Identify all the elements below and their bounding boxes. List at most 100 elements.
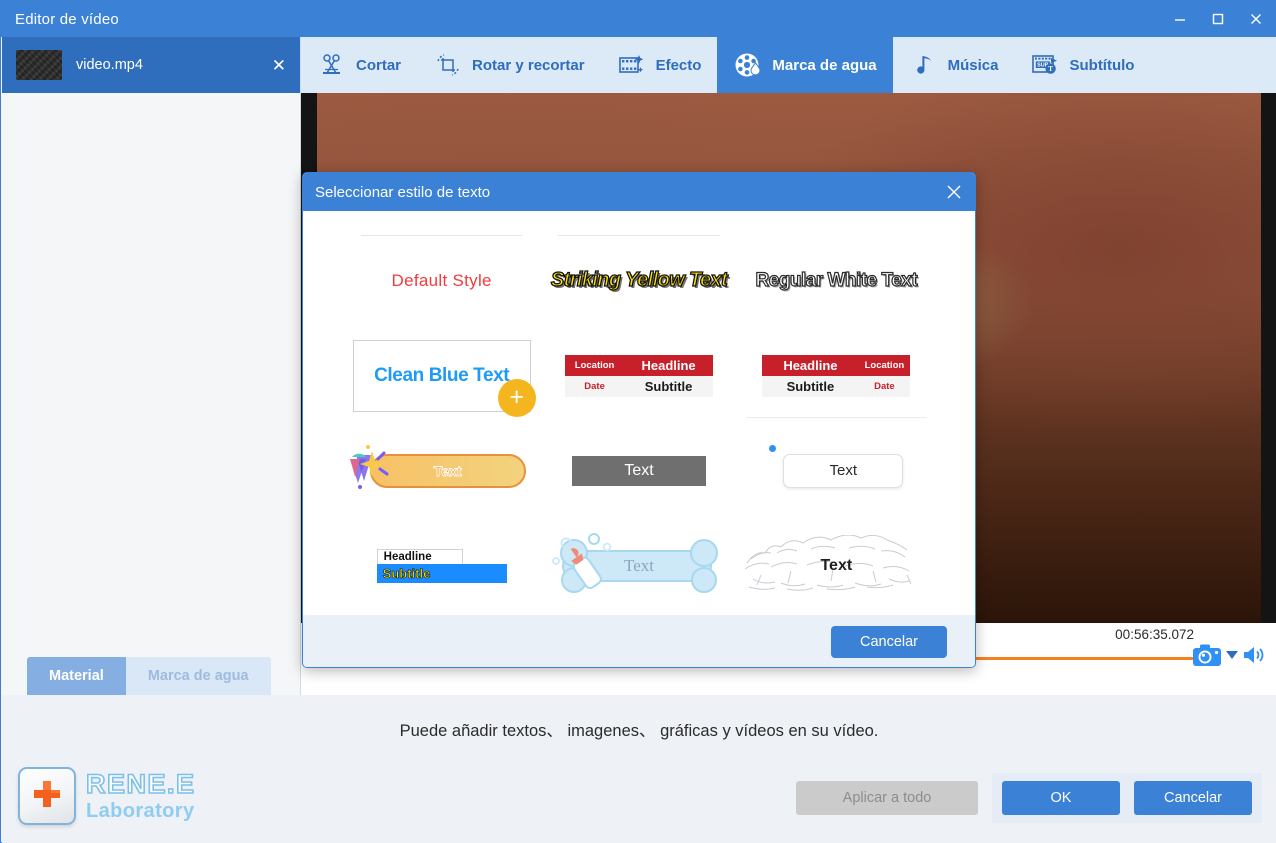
style-preview-table: Location Headline Date Subtitle bbox=[564, 354, 713, 397]
timecode-label: 00:56:35.072 bbox=[1115, 627, 1194, 642]
film-reel-droplet-icon bbox=[733, 50, 763, 80]
style-option-red-banner-left[interactable]: Location Headline Date Subtitle bbox=[540, 328, 737, 423]
table-row: Location Headline bbox=[564, 354, 713, 376]
headline-label: Headline bbox=[376, 548, 463, 564]
dialog-title: Seleccionar estilo de texto bbox=[315, 183, 491, 201]
left-sidebar: video.mp4 ✕ Material Marca de agua bbox=[2, 37, 301, 695]
scissors-icon bbox=[317, 50, 347, 80]
editor-toolbar: Cortar Rotar y recortar Efecto Marca de … bbox=[301, 37, 1276, 93]
chevron-down-icon[interactable] bbox=[1226, 651, 1238, 659]
toolbar-item-marca-de-agua[interactable]: Marca de agua bbox=[717, 37, 893, 93]
dialog-cancel-button[interactable]: Cancelar bbox=[831, 626, 947, 658]
toolbar-label-marca-de-agua: Marca de agua bbox=[772, 56, 877, 74]
confirm-button-group: OK Cancelar bbox=[992, 773, 1262, 823]
remove-file-icon[interactable]: ✕ bbox=[272, 57, 286, 74]
camera-icon[interactable] bbox=[1192, 643, 1222, 667]
text-style-dialog: Seleccionar estilo de texto Default Styl… bbox=[302, 172, 976, 668]
style-option-gold-pill[interactable]: Text bbox=[343, 423, 540, 518]
window-controls bbox=[1161, 1, 1275, 37]
film-sparkle-icon bbox=[617, 50, 647, 80]
toolbar-label-efecto: Efecto bbox=[655, 56, 702, 74]
style-preview-label: Clean Blue Text bbox=[374, 364, 510, 386]
toolbar-label-musica: Música bbox=[947, 56, 999, 74]
cell-date: Date bbox=[858, 375, 911, 397]
brand-subtitle: Laboratory bbox=[86, 800, 195, 822]
toolbar-label-cortar: Cortar bbox=[356, 56, 402, 74]
toolbar-label-subtitulo: Subtítulo bbox=[1069, 56, 1135, 74]
file-list-item[interactable]: video.mp4 ✕ bbox=[2, 37, 300, 93]
speaker-icon[interactable] bbox=[1242, 644, 1268, 666]
title-bar: Editor de vídeo bbox=[1, 1, 1275, 37]
toolbar-item-rotar-y-recortar[interactable]: Rotar y recortar bbox=[417, 37, 601, 93]
cell-location: Location bbox=[564, 354, 625, 376]
dialog-header: Seleccionar estilo de texto bbox=[303, 173, 975, 211]
table-row: Date Subtitle bbox=[564, 375, 713, 397]
maximize-icon[interactable] bbox=[1199, 1, 1237, 37]
close-icon[interactable] bbox=[1237, 1, 1275, 37]
style-option-striking-yellow[interactable]: Striking Yellow Text bbox=[540, 233, 737, 328]
style-option-regular-white[interactable]: Regular White Text bbox=[738, 233, 935, 328]
toolbar-item-subtitulo[interactable]: SUB T Subtítulo bbox=[1014, 37, 1150, 93]
apply-to-all-button[interactable]: Aplicar a todo bbox=[796, 781, 978, 815]
subtitle-icon: SUB T bbox=[1030, 50, 1060, 80]
bullet-dot-icon bbox=[769, 444, 777, 452]
style-option-headline-subtitle[interactable]: Headline Subtitle bbox=[343, 518, 540, 613]
confetti-icon bbox=[342, 437, 404, 504]
style-option-sketch-grass[interactable]: Text bbox=[738, 518, 935, 613]
cell-subtitle: Subtitle bbox=[762, 375, 859, 397]
sidebar-tab-material[interactable]: Material bbox=[27, 657, 126, 695]
hint-text: Puede añadir textos、 imagenes、 gráficas … bbox=[399, 722, 879, 740]
dialog-close-icon[interactable] bbox=[945, 183, 963, 201]
cancel-button[interactable]: Cancelar bbox=[1134, 781, 1252, 815]
style-preview-label: Text bbox=[571, 455, 706, 486]
video-editor-window: Editor de vídeo video.mp4 ✕ Material Mar… bbox=[0, 0, 1276, 843]
style-option-clean-blue[interactable]: Clean Blue Text + bbox=[343, 328, 540, 423]
cell-subtitle: Subtitle bbox=[624, 375, 713, 397]
video-letterbox bbox=[1261, 93, 1276, 623]
toolbar-item-musica[interactable]: Música bbox=[893, 37, 1015, 93]
style-preview-label: Text bbox=[820, 556, 853, 574]
toolbar-item-efecto[interactable]: Efecto bbox=[601, 37, 718, 93]
cell-location: Location bbox=[858, 354, 911, 376]
style-preview-box: Clean Blue Text + bbox=[352, 339, 536, 417]
music-note-icon bbox=[909, 50, 939, 80]
style-option-bottle-bubble[interactable]: Text bbox=[540, 518, 737, 613]
toolbar-item-cortar[interactable]: Cortar bbox=[301, 37, 417, 93]
style-preview-headline-subtitle: Headline Subtitle bbox=[376, 548, 507, 583]
file-name-label: video.mp4 bbox=[76, 57, 143, 73]
style-preview-label: Text bbox=[624, 555, 654, 575]
subtitle-label: Subtitle bbox=[376, 563, 507, 583]
text-style-grid: Default Style Striking Yellow Text Regul… bbox=[303, 211, 975, 613]
style-preview-card: Text bbox=[769, 444, 904, 488]
style-preview-label: Text bbox=[783, 453, 904, 488]
brand-logo: RENE.E Laboratory bbox=[18, 767, 196, 825]
dialog-body: Default Style Striking Yellow Text Regul… bbox=[303, 211, 975, 615]
cell-headline: Headline bbox=[762, 354, 859, 376]
svg-text:T: T bbox=[1049, 65, 1054, 73]
footer-buttons: Aplicar a todo OK Cancelar bbox=[796, 773, 1262, 823]
style-preview-sketch: Text bbox=[741, 534, 931, 597]
toolbar-label-rotar: Rotar y recortar bbox=[472, 56, 585, 74]
sidebar-tabs: Material Marca de agua bbox=[27, 657, 271, 695]
style-preview-label: Default Style bbox=[391, 270, 492, 290]
crop-rotate-icon bbox=[433, 50, 463, 80]
style-option-default-style[interactable]: Default Style bbox=[343, 233, 540, 328]
sidebar-content: Material Marca de agua bbox=[2, 93, 300, 695]
window-title: Editor de vídeo bbox=[15, 10, 119, 28]
style-preview-table: Headline Location Subtitle Date bbox=[762, 354, 911, 397]
minimize-icon[interactable] bbox=[1161, 1, 1199, 37]
style-preview-bottle: Text bbox=[544, 531, 734, 601]
brand-name: RENE.E bbox=[85, 769, 196, 799]
table-row: Subtitle Date bbox=[762, 375, 911, 397]
sidebar-tab-watermark[interactable]: Marca de agua bbox=[125, 657, 271, 695]
brand-text: RENE.E Laboratory bbox=[85, 769, 196, 822]
style-option-red-banner-right[interactable]: Headline Location Subtitle Date bbox=[738, 328, 935, 423]
preview-tools bbox=[1192, 643, 1268, 667]
dialog-footer: Cancelar bbox=[303, 615, 975, 667]
add-style-badge-icon[interactable]: + bbox=[497, 378, 536, 417]
style-option-white-card[interactable]: Text bbox=[738, 417, 935, 518]
style-preview-label: Regular White Text bbox=[755, 269, 918, 291]
style-option-gray-bar[interactable]: Text bbox=[540, 423, 737, 518]
red-cross-key-icon bbox=[18, 767, 76, 825]
ok-button[interactable]: OK bbox=[1002, 781, 1120, 815]
